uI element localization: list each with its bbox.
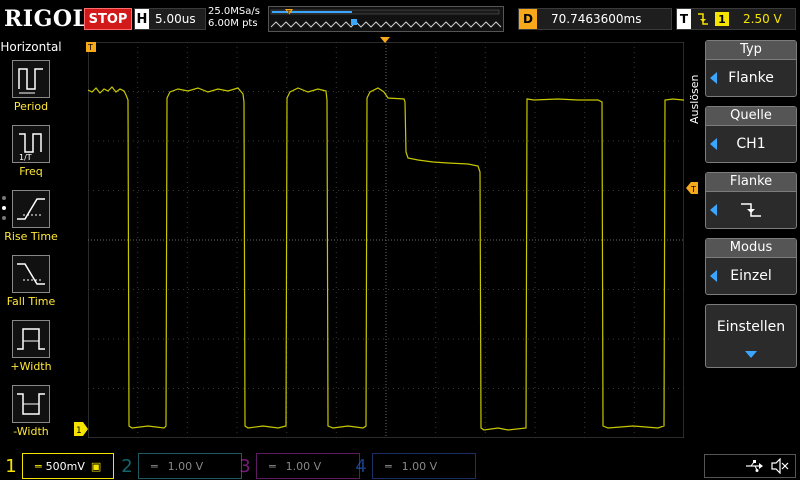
trigger-slope-title: Flanke	[706, 173, 796, 192]
pos-width-icon	[12, 320, 50, 358]
measure-period-button[interactable]: Period	[0, 58, 62, 122]
ch2-tab[interactable]: 2 ═ 1.00 V	[116, 453, 242, 479]
trigger-settings-label: Einstellen	[716, 319, 786, 335]
left-arrow-icon	[710, 138, 717, 150]
trigger-position-arrow-icon	[380, 37, 390, 43]
measure-rise-time-label: Rise Time	[4, 230, 58, 243]
ch4-scale: 1.00 V	[401, 459, 438, 473]
horizontal-tag: H	[135, 9, 149, 29]
menu-page-indicator	[2, 196, 8, 232]
falling-edge-icon	[741, 203, 761, 217]
ch3-scale: 1.00 V	[285, 459, 322, 473]
measure-neg-width-label: -Width	[13, 425, 49, 438]
measure-pos-width-button[interactable]: +Width	[0, 318, 62, 382]
measure-period-label: Period	[13, 100, 49, 113]
rise-time-icon	[12, 190, 50, 228]
neg-width-icon	[12, 385, 50, 423]
left-menu-title: Horizontal	[0, 38, 62, 56]
submenu-down-arrow-icon	[745, 351, 757, 358]
svg-text:T: T	[286, 10, 291, 17]
bandwidth-limit-icon: ▣	[90, 459, 102, 473]
trigger-type-title: Typ	[706, 41, 796, 60]
rigol-logo: RIGOL	[4, 6, 89, 32]
measure-freq-button[interactable]: 1/T Freq	[0, 123, 62, 187]
trigger-source-channel: 1	[715, 12, 729, 26]
usb-icon	[746, 460, 763, 472]
sample-info: 25.0MSa/s 6.00M pts	[208, 6, 264, 32]
freq-icon: 1/T	[12, 125, 50, 163]
speaker-mute-icon[interactable]	[771, 458, 789, 474]
memory-waveform-preview: T	[270, 9, 502, 28]
trigger-level: 2.50 V	[743, 12, 782, 26]
measure-rise-time-button[interactable]: Rise Time	[0, 188, 62, 252]
trigger-source-value: CH1	[736, 136, 766, 152]
ch1-tab[interactable]: 1 ═ 500mV ▣	[0, 453, 114, 479]
ch1-number: 1	[5, 455, 17, 477]
ch4-tab[interactable]: 4 ═ 1.00 V	[350, 453, 476, 479]
trigger-type-value: Flanke	[728, 70, 774, 86]
horizontal-timebase[interactable]: H 5.00us	[134, 8, 206, 30]
fall-time-icon	[12, 255, 50, 293]
measure-pos-width-label: +Width	[10, 360, 52, 373]
run-stop-status[interactable]: STOP	[84, 8, 132, 30]
trigger-status[interactable]: T 1 2.50 V	[676, 8, 796, 30]
ch1-scale: 500mV	[45, 459, 85, 473]
measure-freq-label: Freq	[19, 165, 43, 178]
ch4-number: 4	[355, 455, 367, 477]
svg-text:1: 1	[76, 426, 82, 436]
left-arrow-icon	[710, 270, 717, 282]
trigger-slope-button[interactable]: Flanke	[705, 172, 797, 229]
ch2-scale: 1.00 V	[167, 459, 204, 473]
waveform-display[interactable]	[88, 42, 684, 438]
falling-edge-icon	[698, 13, 708, 25]
svg-text:T: T	[87, 43, 93, 52]
sample-rate: 25.0MSa/s	[208, 6, 260, 17]
measure-neg-width-button[interactable]: -Width	[0, 383, 62, 447]
trigger-source-title: Quelle	[706, 107, 796, 126]
trigger-time-marker-icon: T	[86, 42, 96, 52]
trigger-tag: T	[677, 9, 691, 29]
left-arrow-icon	[710, 204, 717, 216]
ch1-ground-marker-icon[interactable]: 1	[74, 422, 88, 436]
period-icon	[12, 60, 50, 98]
memory-depth: 6.00M pts	[208, 18, 258, 29]
svg-text:T: T	[690, 185, 696, 194]
trigger-mode-value: Einzel	[730, 268, 772, 284]
trigger-source-button[interactable]: Quelle CH1	[705, 106, 797, 163]
ch2-number: 2	[121, 455, 133, 477]
trigger-level-marker-icon[interactable]: T	[686, 182, 698, 194]
delay-value: 70.7463600ms	[551, 12, 642, 26]
ch3-number: 3	[239, 455, 251, 477]
measure-fall-time-button[interactable]: Fall Time	[0, 253, 62, 317]
timebase-value: 5.00us	[155, 12, 196, 26]
svg-text:1/T: 1/T	[19, 153, 32, 162]
trigger-mode-button[interactable]: Modus Einzel	[705, 238, 797, 295]
memory-overview-bar[interactable]: T	[268, 6, 504, 32]
trigger-settings-button[interactable]: Einstellen	[705, 304, 797, 368]
trigger-menu-title: Auslösen	[688, 74, 701, 124]
measure-fall-time-label: Fall Time	[6, 295, 56, 308]
trigger-type-button[interactable]: Typ Flanke	[705, 40, 797, 97]
delay-readout[interactable]: D 70.7463600ms	[518, 8, 672, 30]
left-arrow-icon	[710, 72, 717, 84]
delay-tag: D	[519, 9, 537, 29]
trigger-mode-title: Modus	[706, 239, 796, 258]
system-status-area	[704, 454, 796, 478]
ch3-tab[interactable]: 3 ═ 1.00 V	[234, 453, 360, 479]
view-window-icon	[351, 19, 357, 25]
